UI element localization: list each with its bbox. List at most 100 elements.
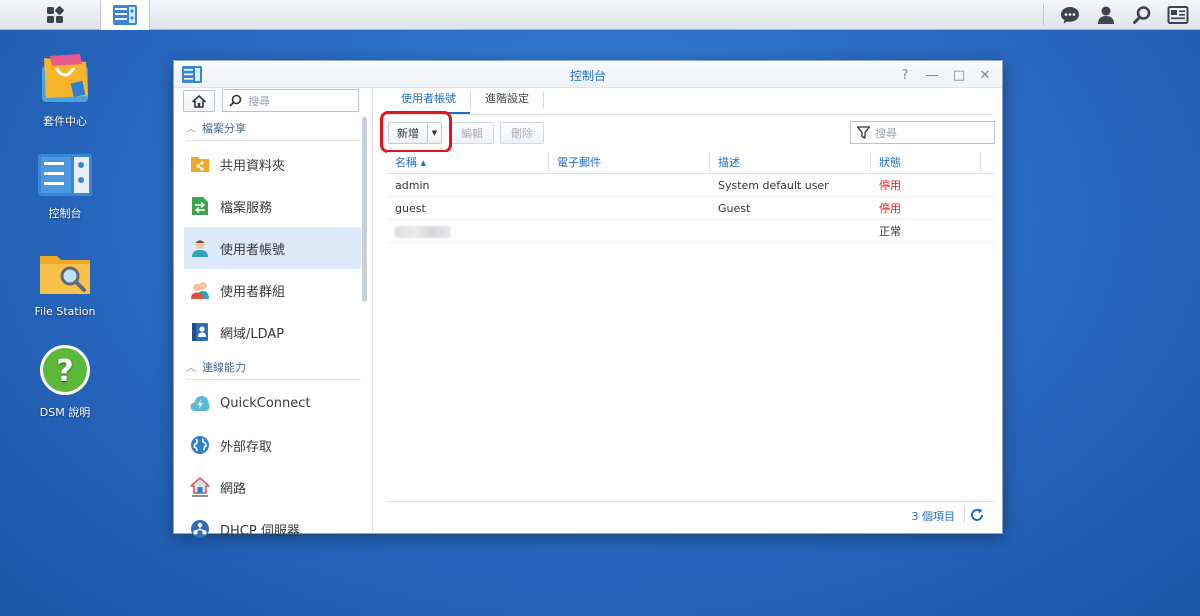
desktop-icon-package-center[interactable]: 套件中心 bbox=[17, 52, 113, 129]
main-menu-button[interactable] bbox=[10, 0, 100, 30]
desktop-icon-file-station[interactable]: File Station bbox=[17, 248, 113, 318]
cell-name: admin bbox=[395, 179, 430, 192]
taskbar-separator bbox=[1043, 4, 1044, 26]
sidebar-item-label: 共用資料夾 bbox=[220, 158, 286, 174]
sidebar-item-dhcp-server[interactable]: DHCP 伺服器 bbox=[184, 508, 361, 550]
sidebar-item-label: QuickConnect bbox=[220, 395, 311, 411]
quickconnect-icon bbox=[190, 393, 210, 413]
table-row[interactable]: 正常 bbox=[387, 220, 995, 243]
sidebar-item-shared-folder[interactable]: 共用資料夾 bbox=[184, 143, 361, 185]
help-button[interactable]: ? bbox=[895, 66, 915, 84]
column-header-email[interactable]: 電子郵件 bbox=[549, 152, 710, 173]
tab-separator bbox=[543, 92, 544, 108]
user-table: 名稱 ▴ 電子郵件 描述 狀態 admin System default use… bbox=[387, 152, 995, 243]
cell-description: System default user bbox=[718, 179, 829, 192]
refresh-icon bbox=[971, 508, 983, 521]
sidebar-group-file-sharing[interactable]: ︿ 檔案分享 bbox=[186, 115, 361, 141]
footer-separator bbox=[964, 507, 965, 523]
tab-bar-divider bbox=[387, 114, 992, 115]
dhcp-server-icon bbox=[190, 519, 210, 539]
minimize-button[interactable]: — bbox=[922, 66, 942, 84]
sidebar-item-label: 檔案服務 bbox=[220, 200, 273, 216]
shared-folder-icon bbox=[190, 154, 210, 174]
sidebar-item-label: 網路 bbox=[220, 481, 247, 497]
window-title: 控制台 bbox=[569, 69, 606, 83]
filter-search-input[interactable]: 搜尋 bbox=[850, 121, 995, 144]
package-center-icon bbox=[42, 54, 88, 102]
svg-text:?: ? bbox=[56, 354, 73, 389]
sidebar-item-label: 外部存取 bbox=[220, 439, 273, 455]
maximize-icon: □ bbox=[952, 67, 966, 83]
sidebar-group-connectivity[interactable]: ︿ 連線能力 bbox=[186, 354, 361, 380]
column-header-status[interactable]: 狀態 bbox=[871, 152, 981, 173]
desktop-icon-label: DSM 說明 bbox=[39, 406, 91, 419]
search-icon bbox=[1133, 6, 1151, 24]
close-button[interactable]: ✕ bbox=[975, 66, 995, 84]
cell-email bbox=[549, 174, 710, 196]
chat-icon bbox=[1061, 7, 1079, 24]
file-services-icon bbox=[190, 196, 210, 216]
external-access-icon bbox=[190, 435, 210, 455]
help-icon: ? bbox=[40, 345, 90, 395]
close-icon: ✕ bbox=[979, 67, 991, 83]
refresh-button[interactable] bbox=[969, 507, 985, 523]
sidebar-item-label: 使用者群組 bbox=[220, 284, 286, 300]
tab-advanced-settings[interactable]: 進階設定 bbox=[471, 88, 543, 114]
delete-button-label: 刪除 bbox=[511, 127, 533, 140]
edit-button-label: 編輯 bbox=[461, 127, 483, 140]
notifications-button[interactable] bbox=[1052, 0, 1088, 30]
cell-status: 停用 bbox=[879, 202, 901, 215]
sidebar-search-input[interactable]: 搜尋 bbox=[222, 89, 359, 112]
cell-description bbox=[710, 220, 871, 242]
window-titlebar[interactable]: 控制台 ? — □ ✕ bbox=[174, 61, 1002, 88]
widgets-button[interactable] bbox=[1160, 0, 1196, 30]
obscured-name bbox=[395, 226, 451, 238]
user-icon bbox=[1098, 6, 1114, 24]
sidebar-item-label: DHCP 伺服器 bbox=[220, 523, 300, 539]
user-group-icon bbox=[190, 280, 210, 300]
table-row[interactable]: admin System default user 停用 bbox=[387, 174, 995, 197]
desktop-icon-dsm-help[interactable]: ? DSM 說明 bbox=[17, 343, 113, 420]
control-panel-window: 控制台 ? — □ ✕ 搜尋 ︿ 檔案分享 共用資料夾 檔案服務 使用者帳號 使… bbox=[173, 60, 1003, 539]
control-panel-icon bbox=[113, 5, 137, 25]
highlight-annotation bbox=[380, 111, 452, 153]
user-options-button[interactable] bbox=[1088, 0, 1124, 30]
sidebar-item-quickconnect[interactable]: QuickConnect bbox=[184, 382, 361, 424]
home-button[interactable] bbox=[183, 90, 215, 112]
chevron-up-icon: ︿ bbox=[186, 363, 196, 374]
cell-description: Guest bbox=[718, 202, 751, 215]
desktop-icon-control-panel[interactable]: 控制台 bbox=[17, 150, 113, 221]
cell-name bbox=[387, 220, 549, 242]
desktop-icon-label: File Station bbox=[34, 305, 96, 318]
sidebar-item-network[interactable]: 網路 bbox=[184, 466, 361, 508]
grid-menu-icon bbox=[47, 6, 64, 23]
table-row[interactable]: guest Guest 停用 bbox=[387, 197, 995, 220]
maximize-button[interactable]: □ bbox=[949, 66, 969, 84]
control-panel-icon bbox=[38, 154, 92, 196]
sidebar-group-label: 檔案分享 bbox=[202, 121, 246, 135]
sidebar-scrollbar[interactable] bbox=[362, 117, 367, 302]
cell-email bbox=[549, 197, 710, 219]
taskbar-control-panel-button[interactable] bbox=[100, 0, 150, 30]
user-account-icon bbox=[190, 238, 210, 258]
widgets-icon bbox=[1167, 6, 1189, 24]
cell-email bbox=[549, 220, 710, 242]
desktop-icon-label: 套件中心 bbox=[43, 115, 87, 128]
edit-button[interactable]: 編輯 bbox=[450, 122, 494, 144]
sidebar-item-external-access[interactable]: 外部存取 bbox=[184, 424, 361, 466]
panel-divider bbox=[372, 88, 373, 533]
sidebar-item-file-services[interactable]: 檔案服務 bbox=[184, 185, 361, 227]
cell-status: 正常 bbox=[879, 225, 901, 238]
column-header-description[interactable]: 描述 bbox=[710, 152, 871, 173]
sidebar-item-user-group[interactable]: 使用者群組 bbox=[184, 269, 361, 311]
filter-icon bbox=[857, 126, 870, 139]
delete-button[interactable]: 刪除 bbox=[500, 122, 544, 144]
sidebar-item-label: 使用者帳號 bbox=[220, 242, 286, 258]
taskbar bbox=[0, 0, 1200, 30]
table-footer: 3 個項目 bbox=[387, 501, 995, 527]
cell-name: guest bbox=[395, 202, 426, 215]
sidebar-item-domain-ldap[interactable]: 網域/LDAP bbox=[184, 311, 361, 353]
sidebar-item-user-account[interactable]: 使用者帳號 bbox=[184, 227, 361, 269]
search-button[interactable] bbox=[1124, 0, 1160, 30]
column-header-name[interactable]: 名稱 ▴ bbox=[387, 152, 549, 173]
